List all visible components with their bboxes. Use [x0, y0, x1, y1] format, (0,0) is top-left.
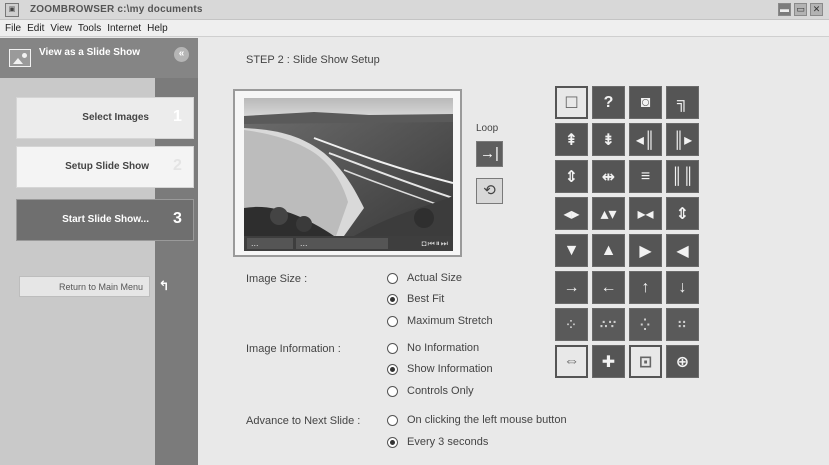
step-label: Start Slide Show... [62, 214, 149, 225]
step-number: 3 [173, 210, 182, 227]
advance-label: Advance to Next Slide : [246, 415, 361, 427]
wipe-left-icon[interactable]: ◂║ [629, 123, 662, 156]
transition-effects-grid: ☐? ◙ ╗ ⇞ ⇟ ◂║ ║▸ ⇕ ⇹ ≡ ║║ ◂▸ ▴▾ ▸◂ ⇕ ▼ ▲ ▶ ◀ → ← ↑ ↓ ⁘ ∴∵ ⁛ ∷ ⇔ ✚ ⊡ ⊕ [555, 86, 711, 378]
info-field: ... [296, 238, 388, 249]
slide-left-icon[interactable]: ← [592, 271, 625, 304]
collapse-icon[interactable]: « [174, 47, 189, 62]
title-bar: ▣ ZOOMBROWSER c:\my documents ▬ ▭ ✕ [0, 0, 829, 20]
radio-button[interactable] [387, 342, 398, 354]
menu-bar: File Edit View Tools Internet Help [0, 20, 829, 37]
radio-button[interactable] [387, 414, 398, 426]
blinds-vertical-icon[interactable]: ║║ [666, 160, 699, 193]
close-icon[interactable]: ✕ [810, 3, 823, 16]
dissolve-fine-icon[interactable]: ⁘ [555, 308, 588, 341]
cover-up-icon[interactable]: ▲ [592, 234, 625, 267]
dissolve-medium-icon[interactable]: ∴∵ [592, 308, 625, 341]
image-information-label: Image Information : [246, 343, 341, 355]
radio-label: Controls Only [407, 385, 474, 397]
menu-file[interactable]: File [3, 20, 25, 36]
window-controls: ▬ ▭ ✕ [778, 3, 823, 16]
none-icon[interactable]: ☐ [555, 86, 588, 119]
wipe-down-icon[interactable]: ⇟ [592, 123, 625, 156]
radio-label: Show Information [407, 363, 493, 375]
image-size-label: Image Size : [246, 273, 308, 285]
slide-down-icon[interactable]: ↓ [666, 271, 699, 304]
step-select-images-button[interactable]: Select Images 1 [16, 97, 194, 139]
step-start-slideshow-button[interactable]: Start Slide Show... 3 [16, 199, 194, 241]
radio-maximum-stretch[interactable]: Maximum Stretch [387, 315, 493, 327]
preview-image [244, 98, 453, 236]
blinds-horizontal-icon[interactable]: ≡ [629, 160, 662, 193]
sidebar-title: View as a Slide Show [39, 47, 140, 58]
wipe-right-icon[interactable]: ║▸ [666, 123, 699, 156]
menu-tools[interactable]: Tools [76, 20, 105, 36]
playback-controls-icon[interactable]: ◘⏮⏸⏭ [422, 239, 449, 249]
dissolve-blocks-icon[interactable]: ∷ [666, 308, 699, 341]
wipe-up-icon[interactable]: ⇞ [555, 123, 588, 156]
radio-no-information[interactable]: No Information [387, 342, 479, 354]
radio-button[interactable] [387, 363, 398, 375]
window-title: ZOOMBROWSER c:\my documents [30, 4, 203, 15]
split-vertical-icon[interactable]: ⇕ [555, 160, 588, 193]
slide-up-icon[interactable]: ↑ [629, 271, 662, 304]
pull-vertical-icon[interactable]: ⇕ [666, 197, 699, 230]
step-number: 2 [173, 157, 182, 174]
radio-label: Maximum Stretch [407, 315, 493, 327]
app-icon[interactable]: ▣ [5, 3, 19, 17]
radio-label: Best Fit [407, 293, 445, 305]
random-icon[interactable]: ? [592, 86, 625, 119]
expand-horizontal-icon[interactable]: ⇔ [555, 345, 588, 378]
step-number: 1 [173, 108, 182, 125]
expand-center-icon[interactable]: ✚ [592, 345, 625, 378]
maximize-icon[interactable]: ▭ [794, 3, 807, 16]
cover-down-icon[interactable]: ▼ [555, 234, 588, 267]
slide-right-icon[interactable]: → [555, 271, 588, 304]
radio-advance-timed[interactable]: Every 3 seconds [387, 436, 488, 448]
box-in-icon[interactable]: ⊡ [629, 345, 662, 378]
step-setup-slideshow-button[interactable]: Setup Slide Show 2 [16, 146, 194, 188]
preview-info-bar: ... ... ◘⏮⏸⏭ [244, 236, 453, 251]
minimize-icon[interactable]: ▬ [778, 3, 791, 16]
loop-icon[interactable]: ⟲ [476, 178, 503, 204]
spiral-in-icon[interactable]: ◙ [629, 86, 662, 119]
menu-internet[interactable]: Internet [105, 20, 145, 36]
radio-button[interactable] [387, 436, 398, 448]
radio-best-fit[interactable]: Best Fit [387, 293, 444, 305]
slideshow-icon [9, 49, 31, 67]
radio-actual-size[interactable]: Actual Size [387, 272, 462, 284]
radio-label: On clicking the left mouse button [407, 414, 567, 426]
step-label: Setup Slide Show [65, 161, 149, 172]
radio-button[interactable] [387, 315, 398, 327]
menu-view[interactable]: View [48, 20, 76, 36]
spiral-out-icon[interactable]: ╗ [666, 86, 699, 119]
menu-edit[interactable]: Edit [25, 20, 48, 36]
page-title: STEP 2 : Slide Show Setup [246, 54, 380, 66]
radio-button[interactable] [387, 385, 398, 397]
cover-left-icon[interactable]: ◀ [666, 234, 699, 267]
loop-label: Loop [476, 123, 499, 134]
radio-button[interactable] [387, 272, 398, 284]
step-label: Select Images [82, 112, 149, 123]
cover-right-icon[interactable]: ▶ [629, 234, 662, 267]
play-once-icon[interactable]: →| [476, 141, 503, 167]
menu-help[interactable]: Help [145, 20, 172, 36]
radio-label: Actual Size [407, 272, 463, 284]
radio-controls-only[interactable]: Controls Only [387, 385, 474, 397]
split-horizontal-icon[interactable]: ⇹ [592, 160, 625, 193]
push-horizontal-icon[interactable]: ◂▸ [555, 197, 588, 230]
dissolve-coarse-icon[interactable]: ⁛ [629, 308, 662, 341]
radio-button[interactable] [387, 293, 398, 305]
info-field: ... [247, 238, 293, 249]
return-arrow-icon[interactable]: ↰ [157, 279, 171, 293]
return-to-main-menu-button[interactable]: Return to Main Menu [19, 276, 150, 297]
radio-advance-on-click[interactable]: On clicking the left mouse button [387, 414, 567, 426]
radio-label: Every 3 seconds [407, 436, 489, 448]
slide-preview: ... ... ◘⏮⏸⏭ [233, 89, 462, 257]
push-vertical-icon[interactable]: ▴▾ [592, 197, 625, 230]
radio-label: No Information [407, 342, 480, 354]
sidebar-header: View as a Slide Show « [0, 38, 198, 78]
pull-horizontal-icon[interactable]: ▸◂ [629, 197, 662, 230]
box-out-icon[interactable]: ⊕ [666, 345, 699, 378]
radio-show-information[interactable]: Show Information [387, 363, 493, 375]
